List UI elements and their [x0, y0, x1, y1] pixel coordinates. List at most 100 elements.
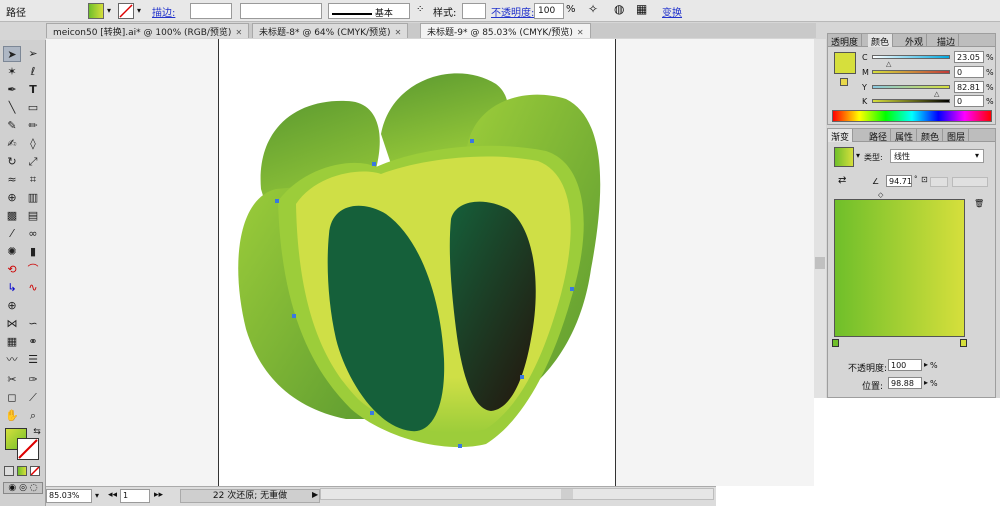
- grid-icon[interactable]: ⁘: [416, 4, 424, 15]
- tab-doc-2[interactable]: 未标题-8* @ 64% (CMYK/预览) ✕: [252, 23, 409, 38]
- fill-color-swatch[interactable]: [834, 52, 856, 74]
- tab-doc-1[interactable]: meicon50 [转换].ai* @ 100% (RGB/预览) ✕: [46, 23, 250, 38]
- color-spectrum[interactable]: [832, 110, 992, 122]
- eraser-tool-icon[interactable]: ◊: [24, 136, 42, 152]
- gradient-preview[interactable]: [834, 199, 965, 337]
- target-tool-icon[interactable]: ⊕: [3, 298, 21, 314]
- close-icon[interactable]: ✕: [395, 28, 402, 37]
- first-artboard-icon[interactable]: ◂◂: [108, 490, 117, 500]
- close-icon[interactable]: ✕: [235, 28, 242, 37]
- close-icon[interactable]: ✕: [577, 28, 584, 37]
- zoom-field[interactable]: 85.03%: [46, 489, 92, 503]
- aspect-ratio-field[interactable]: [952, 177, 988, 187]
- chevron-down-icon[interactable]: ▾: [92, 489, 102, 503]
- type-tool-icon[interactable]: T: [24, 82, 42, 98]
- width-tool-icon[interactable]: ⟲: [3, 262, 21, 278]
- grid-tool-icon[interactable]: ▦: [3, 334, 21, 350]
- channel-k-slider[interactable]: [872, 99, 950, 103]
- direct-selection-tool-icon[interactable]: ➢: [24, 46, 42, 62]
- tab-layers[interactable]: 图层: [944, 129, 970, 143]
- tab-appearance[interactable]: 外观: [902, 34, 928, 48]
- tab-stroke[interactable]: 描边: [934, 34, 960, 48]
- variable-width-field[interactable]: [240, 3, 322, 19]
- gradient-stop-start[interactable]: [832, 339, 839, 347]
- style-dropdown[interactable]: [462, 3, 486, 19]
- delete-stop-icon[interactable]: 🗑: [974, 199, 984, 208]
- gradient-opacity-input[interactable]: 100: [888, 359, 922, 371]
- perspective-grid-tool-icon[interactable]: ▥: [24, 190, 42, 206]
- blend-tool-icon[interactable]: ∞: [24, 226, 42, 242]
- swap-icon[interactable]: ⇆: [28, 424, 46, 440]
- wave-tool-icon[interactable]: ∽: [24, 316, 42, 332]
- list-tool-icon[interactable]: ☰: [24, 352, 42, 368]
- opacity-input[interactable]: 100: [534, 3, 564, 19]
- tab-doc-3[interactable]: 未标题-9* @ 85.03% (CMYK/预览) ✕: [420, 23, 591, 38]
- free-transform-tool-icon[interactable]: ⌗: [24, 172, 42, 188]
- color-mode-button[interactable]: [4, 466, 14, 476]
- artboard-tool-icon[interactable]: ◻: [3, 390, 21, 406]
- slider-thumb[interactable]: △: [934, 90, 939, 98]
- warning-icon[interactable]: [840, 78, 848, 86]
- mesh-tool-icon[interactable]: ▩: [3, 208, 21, 224]
- hand-tool-icon[interactable]: ✋: [3, 408, 21, 424]
- pencil-tool-icon[interactable]: ✏: [24, 118, 42, 134]
- curve-tool-icon[interactable]: ⌒: [24, 262, 42, 278]
- scroll-thumb[interactable]: [815, 257, 825, 269]
- brush-profile-field[interactable]: 基本: [328, 3, 410, 19]
- gradient-type-select[interactable]: 线性: [890, 149, 984, 163]
- selection-tool-icon[interactable]: ➤: [3, 46, 21, 62]
- smooth-tool-icon[interactable]: ∿: [24, 280, 42, 296]
- transform-link[interactable]: 变换: [662, 4, 682, 19]
- midpoint-diamond-icon[interactable]: ◇: [878, 191, 883, 199]
- rotate-tool-icon[interactable]: ↻: [3, 154, 21, 170]
- magic-wand-tool-icon[interactable]: ✶: [3, 64, 21, 80]
- canvas[interactable]: [46, 39, 814, 486]
- recolor-icon[interactable]: ✧: [588, 2, 598, 16]
- blob-brush-tool-icon[interactable]: ✍: [3, 136, 21, 152]
- tab-color[interactable]: 颜色: [868, 34, 894, 48]
- channel-c-input[interactable]: 23.05: [954, 51, 984, 63]
- horizontal-scrollbar[interactable]: [320, 488, 714, 500]
- tab-pathfinder[interactable]: 路径: [866, 129, 892, 143]
- artboard-number-field[interactable]: 1: [120, 489, 150, 503]
- slice-tool-icon[interactable]: ⟋: [24, 390, 42, 406]
- anchor-tool-icon[interactable]: ↳: [3, 280, 21, 296]
- stroke-link[interactable]: 描边:: [152, 4, 175, 19]
- opacity-link[interactable]: 不透明度:: [491, 4, 534, 19]
- reverse-gradient-icon[interactable]: ⇄: [838, 175, 846, 186]
- stroke-color-box[interactable]: [17, 438, 39, 460]
- gradient-location-input[interactable]: 98.88: [888, 377, 922, 389]
- eyedropper-alt-tool-icon[interactable]: ✑: [24, 372, 42, 388]
- chain-tool-icon[interactable]: ⚭: [24, 334, 42, 350]
- undo-status[interactable]: 22 次还原; 无重做: [180, 489, 320, 503]
- scroll-thumb[interactable]: [561, 489, 573, 499]
- stroke-weight-field[interactable]: [190, 3, 232, 19]
- gradient-angle-input[interactable]: 94.71: [886, 175, 912, 187]
- chevron-right-icon[interactable]: ▸: [924, 378, 928, 387]
- channel-m-input[interactable]: 0: [954, 66, 984, 78]
- align-icon[interactable]: ▦: [636, 2, 647, 16]
- aspect-ratio-input[interactable]: [930, 177, 948, 187]
- play-icon[interactable]: ▶: [312, 490, 318, 499]
- gradient-tool-icon[interactable]: ▤: [24, 208, 42, 224]
- envelope-tool-icon[interactable]: ⋈: [3, 316, 21, 332]
- rectangle-tool-icon[interactable]: ▭: [24, 100, 42, 116]
- gradient-stop-end[interactable]: [960, 339, 967, 347]
- shape-builder-tool-icon[interactable]: ⊕: [3, 190, 21, 206]
- symbol-sprayer-tool-icon[interactable]: ✺: [3, 244, 21, 260]
- gradient-mode-button[interactable]: [17, 466, 27, 476]
- none-mode-button[interactable]: [30, 466, 40, 476]
- warp-tool-icon[interactable]: ≈: [3, 172, 21, 188]
- tab-color-2[interactable]: 颜色: [918, 129, 944, 143]
- channel-y-input[interactable]: 82.81: [954, 81, 984, 93]
- slider-thumb[interactable]: △: [886, 60, 891, 68]
- scale-tool-icon[interactable]: ⤢: [24, 154, 42, 170]
- chevron-down-icon[interactable]: ▾: [856, 151, 860, 160]
- globe-icon[interactable]: ◍: [614, 2, 624, 16]
- zigzag-tool-icon[interactable]: 〰: [3, 352, 21, 368]
- tab-attributes[interactable]: 属性: [892, 129, 918, 143]
- knife-tool-icon[interactable]: ✂: [3, 372, 21, 388]
- column-graph-tool-icon[interactable]: ▮: [24, 244, 42, 260]
- chevron-right-icon[interactable]: ▸: [924, 360, 928, 369]
- chevron-down-icon[interactable]: ▾: [104, 3, 114, 19]
